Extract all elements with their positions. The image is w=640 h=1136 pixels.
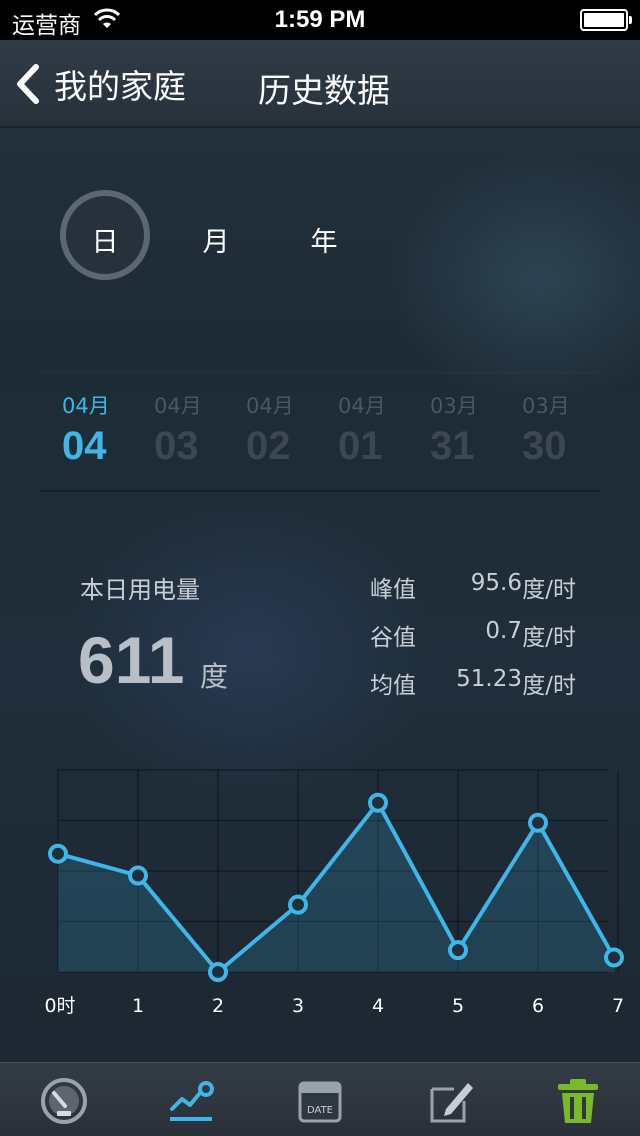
daily-usage-unit: 度 bbox=[200, 660, 229, 693]
x-tick-label-0: 0时 bbox=[44, 995, 75, 1017]
x-tick-label-6: 6 bbox=[532, 995, 544, 1017]
date-day: 30 bbox=[522, 424, 567, 468]
date-item-4[interactable]: 03月 31 bbox=[430, 390, 522, 469]
chart-point-1 bbox=[128, 865, 148, 886]
date-item-1[interactable]: 04月 03 bbox=[154, 390, 246, 469]
page-title: 历史数据 bbox=[258, 71, 390, 110]
x-tick-label-4: 4 bbox=[372, 995, 384, 1017]
chart-point-2 bbox=[208, 962, 228, 982]
chevron-left-icon bbox=[17, 64, 39, 104]
date-month: 04月 bbox=[246, 394, 294, 418]
date-day: 01 bbox=[338, 424, 383, 468]
period-month-tab[interactable]: 月 bbox=[186, 220, 246, 259]
valley-row: 谷值 0.7 度/时 bbox=[370, 618, 580, 651]
daily-usage-value: 611 bbox=[78, 623, 185, 697]
date-month: 03月 bbox=[430, 394, 478, 418]
average-unit: 度/时 bbox=[522, 673, 576, 699]
valley-value: 0.7 bbox=[485, 618, 522, 644]
peak-value: 95.6 bbox=[470, 570, 522, 596]
back-label: 我的家庭 bbox=[54, 67, 186, 106]
date-item-0[interactable]: 04月 04 bbox=[62, 390, 154, 469]
date-strip: 04月 04 04月 03 04月 02 04月 01 03月 31 03月 3… bbox=[0, 372, 640, 492]
speedometer-icon[interactable] bbox=[38, 1075, 90, 1127]
chart-point-4 bbox=[368, 792, 388, 813]
calendar-date-label: DATE bbox=[307, 1105, 333, 1116]
chart-point-0 bbox=[48, 843, 68, 864]
peak-row: 峰值 95.6 度/时 bbox=[370, 570, 580, 603]
chart-point-7 bbox=[604, 947, 624, 968]
clock: 1:59 PM bbox=[274, 6, 366, 33]
period-day-tab[interactable]: 日 bbox=[75, 220, 135, 259]
chart-point-6 bbox=[528, 812, 548, 833]
valley-unit: 度/时 bbox=[522, 625, 576, 651]
tab-bar: DATE bbox=[0, 1062, 640, 1136]
chart-point-3 bbox=[288, 894, 308, 915]
date-month: 03月 bbox=[522, 394, 570, 418]
x-tick-label-5: 5 bbox=[452, 995, 464, 1017]
date-day: 31 bbox=[430, 424, 475, 468]
x-tick-label-7: 7 bbox=[612, 995, 624, 1017]
chart-trend-icon[interactable] bbox=[166, 1075, 218, 1127]
edit-note-icon[interactable] bbox=[424, 1075, 476, 1127]
date-month: 04月 bbox=[62, 394, 110, 418]
period-year-tab[interactable]: 年 bbox=[294, 220, 354, 259]
divider bbox=[40, 490, 600, 492]
date-item-5[interactable]: 03月 30 bbox=[522, 390, 614, 469]
back-button[interactable]: 我的家庭 bbox=[14, 60, 186, 108]
average-label: 均值 bbox=[370, 673, 416, 699]
date-month: 04月 bbox=[338, 394, 386, 418]
divider bbox=[40, 372, 600, 373]
average-value: 51.23 bbox=[456, 666, 522, 692]
x-tick-label-2: 2 bbox=[212, 995, 224, 1017]
usage-chart: 0时 1 2 3 4 5 6 7 bbox=[44, 769, 624, 1017]
date-month: 04月 bbox=[154, 394, 202, 418]
chart-point-5 bbox=[448, 940, 468, 961]
calendar-date-icon[interactable]: DATE bbox=[294, 1075, 346, 1127]
navigation-bar: 我的家庭 历史数据 bbox=[0, 40, 640, 128]
x-tick-label-1: 1 bbox=[132, 995, 144, 1017]
date-day: 03 bbox=[154, 424, 199, 468]
status-bar: 运营商 1:59 PM bbox=[0, 0, 640, 40]
average-row: 均值 51.23 度/时 bbox=[370, 666, 580, 699]
date-day: 02 bbox=[246, 424, 291, 468]
trash-icon[interactable] bbox=[552, 1075, 604, 1127]
battery-icon bbox=[580, 9, 632, 31]
date-item-3[interactable]: 04月 01 bbox=[338, 390, 430, 469]
date-item-2[interactable]: 04月 02 bbox=[246, 390, 338, 469]
daily-usage-label: 本日用电量 bbox=[80, 576, 200, 604]
date-day: 04 bbox=[62, 424, 107, 468]
peak-unit: 度/时 bbox=[522, 577, 576, 603]
peak-label: 峰值 bbox=[370, 577, 416, 603]
x-tick-label-3: 3 bbox=[292, 995, 304, 1017]
valley-label: 谷值 bbox=[370, 625, 416, 651]
